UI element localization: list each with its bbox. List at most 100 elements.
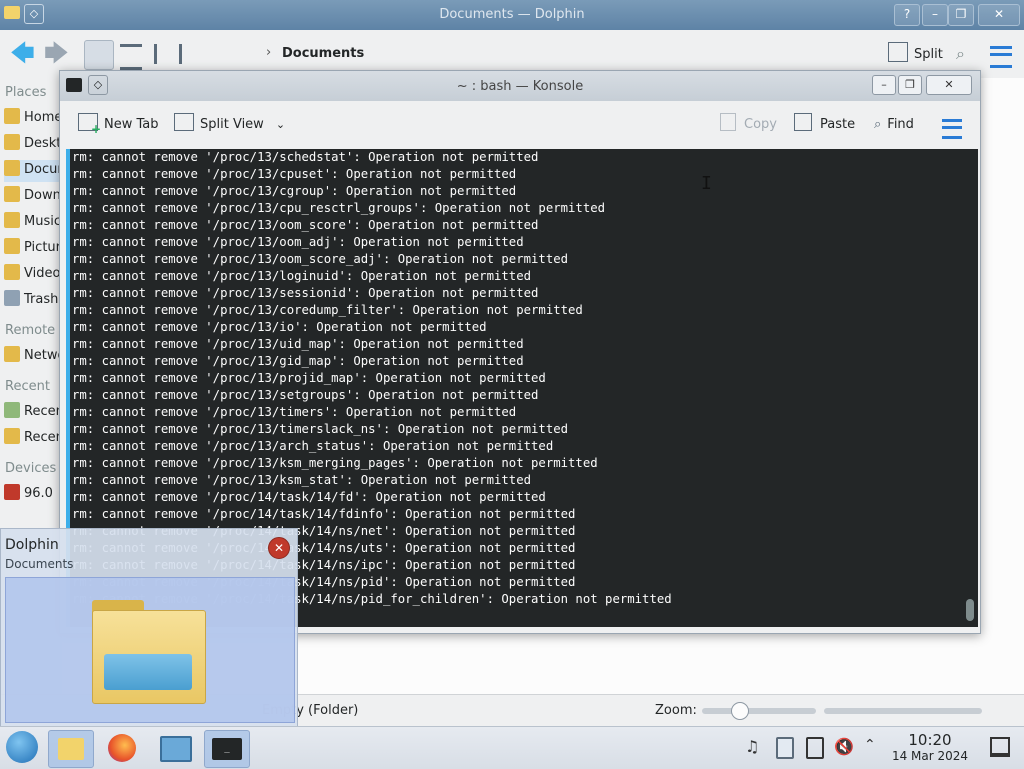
hamburger-menu-icon[interactable] bbox=[942, 119, 962, 139]
forward-arrow-icon[interactable]: 🡆 bbox=[44, 41, 70, 66]
search-icon[interactable]: ⌕ bbox=[956, 44, 974, 63]
split-label: Split bbox=[914, 47, 943, 62]
split-view-icon bbox=[174, 113, 194, 131]
devices-section-title: Devices bbox=[5, 461, 57, 476]
terminal-line: rm: cannot remove '/proc/13/io': Operati… bbox=[72, 320, 487, 334]
terminal-line: rm: cannot remove '/proc/13/ksm_stat': O… bbox=[72, 473, 532, 487]
show-desktop-icon[interactable] bbox=[990, 737, 1010, 757]
terminal-line: rm: cannot remove '/proc/13/setgroups': … bbox=[72, 388, 539, 402]
downloads-folder-icon bbox=[4, 186, 20, 202]
places-item-network[interactable]: Network bbox=[4, 346, 62, 368]
folder-icon bbox=[92, 594, 206, 704]
konsole-toolbar: + New Tab Split View ⌄ Copy Paste ⌕ Find bbox=[60, 101, 980, 149]
terminal-app-icon: _ bbox=[212, 738, 242, 760]
search-icon: ⌕ bbox=[874, 117, 882, 132]
task-preview-popup[interactable]: Dolphin Documents ✕ bbox=[0, 528, 298, 728]
konsole-titlebar[interactable]: ◇ ~ : bash — Konsole – ❐ ✕ bbox=[60, 71, 980, 101]
terminal-line: rm: cannot remove '/proc/13/oom_score': … bbox=[72, 218, 539, 232]
zoom-slider[interactable] bbox=[702, 702, 816, 720]
hamburger-menu-icon[interactable] bbox=[990, 46, 1012, 68]
places-item-pictures[interactable]: Pictures bbox=[4, 238, 62, 260]
copy-button[interactable]: Copy bbox=[720, 113, 777, 137]
taskbar-system-settings[interactable] bbox=[152, 730, 196, 766]
minimize-button[interactable]: – bbox=[872, 75, 896, 95]
places-item-recent-locations[interactable]: Recent Locations bbox=[4, 428, 62, 450]
text-cursor-icon: I bbox=[701, 173, 712, 194]
terminal-line: rm: cannot remove '/proc/13/sessionid': … bbox=[72, 286, 539, 300]
preview-thumbnail[interactable] bbox=[5, 577, 295, 723]
places-item-downloads[interactable]: Downloads bbox=[4, 186, 62, 208]
terminal-line: rm: cannot remove '/proc/13/projid_map':… bbox=[72, 371, 546, 385]
close-button[interactable]: ✕ bbox=[926, 75, 972, 95]
clock-time[interactable]: 10:20 bbox=[908, 731, 952, 749]
places-item-recent-files[interactable]: Recent Files bbox=[4, 402, 62, 424]
maximize-button[interactable]: ❐ bbox=[948, 4, 974, 26]
folder-icon bbox=[58, 738, 84, 760]
recent-files-icon bbox=[4, 402, 20, 418]
breadcrumb-chevron-icon: › bbox=[266, 45, 272, 60]
terminal-scrollbar[interactable] bbox=[966, 599, 974, 621]
taskbar: _ ♫ 🔇 ⌃ 10:20 14 Mar 2024 bbox=[0, 726, 1024, 769]
compact-view-button[interactable] bbox=[154, 44, 182, 64]
taskbar-konsole[interactable]: _ bbox=[204, 730, 250, 768]
places-item-trash[interactable]: Trash bbox=[4, 290, 62, 312]
terminal-line: rm: cannot remove '/proc/14/task/14/fd':… bbox=[72, 490, 546, 504]
split-view-button[interactable]: Split View ⌄ bbox=[174, 113, 285, 137]
firefox-icon bbox=[108, 734, 136, 762]
paste-button[interactable]: Paste bbox=[794, 113, 855, 137]
taskbar-dolphin[interactable] bbox=[48, 730, 94, 768]
volume-muted-icon[interactable]: 🔇 bbox=[834, 737, 854, 757]
new-tab-button[interactable]: + New Tab bbox=[78, 113, 159, 137]
places-item-documents[interactable]: Documents bbox=[4, 160, 62, 182]
music-folder-icon bbox=[4, 212, 20, 228]
taskbar-firefox[interactable] bbox=[100, 730, 144, 766]
places-item-home[interactable]: Home bbox=[4, 108, 62, 130]
maximize-button[interactable]: ❐ bbox=[898, 75, 922, 95]
terminal-line: rm: cannot remove '/proc/13/cpuset': Ope… bbox=[72, 167, 517, 181]
terminal-line: rm: cannot remove '/proc/13/schedstat': … bbox=[72, 150, 539, 164]
terminal-line: rm: cannot remove '/proc/13/timerslack_n… bbox=[72, 422, 569, 436]
free-space-bar bbox=[824, 708, 982, 714]
close-button[interactable]: ✕ bbox=[978, 4, 1020, 26]
documents-folder-icon bbox=[4, 160, 20, 176]
settings-monitor-icon bbox=[160, 736, 192, 762]
terminal-line: rm: cannot remove '/proc/14/task/14/fdin… bbox=[72, 507, 576, 521]
desktop-folder-icon bbox=[4, 134, 20, 150]
terminal-line: rm: cannot remove '/proc/13/gid_map': Op… bbox=[72, 354, 524, 368]
terminal-line: rm: cannot remove '/proc/13/uid_map': Op… bbox=[72, 337, 524, 351]
terminal-line: rm: cannot remove '/proc/13/cgroup': Ope… bbox=[72, 184, 517, 198]
terminal-line: rm: cannot remove '/proc/13/cpu_resctrl_… bbox=[72, 201, 606, 215]
recent-section-title: Recent bbox=[5, 379, 50, 394]
split-button[interactable]: Split bbox=[888, 42, 943, 66]
clock-date[interactable]: 14 Mar 2024 bbox=[888, 749, 972, 763]
terminal-line: rm: cannot remove '/proc/13/coredump_fil… bbox=[72, 303, 583, 317]
storage-device-icon[interactable] bbox=[806, 737, 826, 759]
chevron-up-icon[interactable]: ⌃ bbox=[864, 737, 884, 757]
minimize-button[interactable]: – bbox=[922, 4, 948, 26]
zoom-label: Zoom: bbox=[655, 703, 697, 718]
clipboard-icon[interactable] bbox=[776, 737, 796, 759]
help-button[interactable]: ? bbox=[894, 4, 920, 26]
back-arrow-icon[interactable]: 🡄 bbox=[10, 41, 36, 66]
dolphin-titlebar[interactable]: ◇ Documents — Dolphin ? – ❐ ✕ bbox=[0, 0, 1024, 30]
notifications-bell-icon[interactable]: ♫ bbox=[745, 737, 765, 757]
new-tab-icon: + bbox=[78, 113, 101, 135]
icons-view-button[interactable] bbox=[84, 40, 114, 70]
places-item-device[interactable]: 96.0 bbox=[4, 484, 62, 506]
chevron-down-icon: ⌄ bbox=[275, 118, 286, 131]
details-view-button[interactable] bbox=[120, 44, 142, 70]
places-item-music[interactable]: Music bbox=[4, 212, 62, 234]
places-item-desktop[interactable]: Desktop bbox=[4, 134, 62, 156]
zoom-slider-handle[interactable] bbox=[731, 702, 750, 720]
terminal-line: rm: cannot remove '/proc/13/loginuid': O… bbox=[72, 269, 532, 283]
places-item-videos[interactable]: Videos bbox=[4, 264, 62, 286]
videos-folder-icon bbox=[4, 264, 20, 280]
preview-app-name: Dolphin bbox=[5, 537, 59, 553]
split-icon bbox=[888, 42, 908, 62]
places-panel: Places Home Desktop Documents Downloads … bbox=[0, 78, 62, 528]
find-button[interactable]: ⌕ Find bbox=[874, 113, 914, 137]
start-menu-button[interactable] bbox=[6, 731, 38, 763]
breadcrumb[interactable]: Documents bbox=[282, 46, 364, 61]
terminal-line: rm: cannot remove '/proc/13/oom_score_ad… bbox=[72, 252, 569, 266]
close-preview-icon[interactable]: ✕ bbox=[268, 537, 290, 559]
